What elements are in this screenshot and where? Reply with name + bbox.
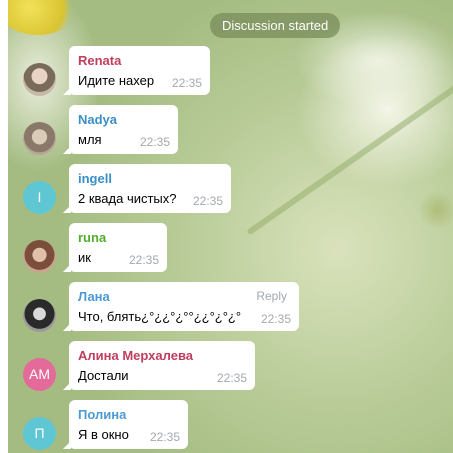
message-bubble[interactable]: Алина Мерхалева Достали 22:35 [63, 341, 255, 390]
message-time: 22:35 [192, 194, 223, 208]
message-bubble[interactable]: Nadya мля 22:35 [63, 105, 178, 154]
sender-name[interactable]: runa [78, 229, 157, 246]
sender-name[interactable]: Полина [78, 406, 178, 423]
message-time: 22:35 [260, 312, 291, 326]
reply-button[interactable]: Reply [256, 289, 287, 303]
message-bubble[interactable]: Полина Я в окно 22:35 [63, 400, 188, 449]
message-time: 22:35 [216, 371, 247, 385]
message-bubble[interactable]: Renata Идите нахер 22:35 [63, 46, 210, 95]
message-time: 22:35 [139, 135, 170, 149]
sender-name[interactable]: Алина Мерхалева [78, 347, 245, 364]
avatar-renata[interactable] [23, 63, 56, 96]
message-bubble[interactable]: ingell 2 квада чистых? 22:35 [63, 164, 231, 213]
message-bubble[interactable]: runa ик 22:35 [63, 223, 167, 272]
message-time: 22:35 [128, 253, 159, 267]
message-text: Что, блять¿°¿¿°¿°°¿¿°¿°¿° [78, 309, 242, 324]
daisy-decoration [8, 0, 78, 35]
message-bubble[interactable]: Лана Reply Что, блять¿°¿¿°¿°°¿¿°¿°¿° 22:… [63, 282, 299, 331]
service-message: Discussion started [210, 13, 341, 38]
avatar-polina[interactable]: П [23, 417, 56, 450]
avatar-runa[interactable] [23, 240, 56, 273]
sender-name[interactable]: Nadya [78, 111, 168, 128]
avatar-lana[interactable] [23, 299, 56, 332]
avatar-alina[interactable]: АМ [23, 358, 56, 391]
sender-name[interactable]: Renata [78, 52, 200, 69]
message-time: 22:35 [171, 76, 202, 90]
avatar-ingell[interactable]: I [23, 181, 56, 214]
sender-name[interactable]: ingell [78, 170, 221, 187]
message-time: 22:35 [149, 430, 180, 444]
daisy-decoration [418, 190, 453, 230]
avatar-nadya[interactable] [23, 122, 56, 155]
